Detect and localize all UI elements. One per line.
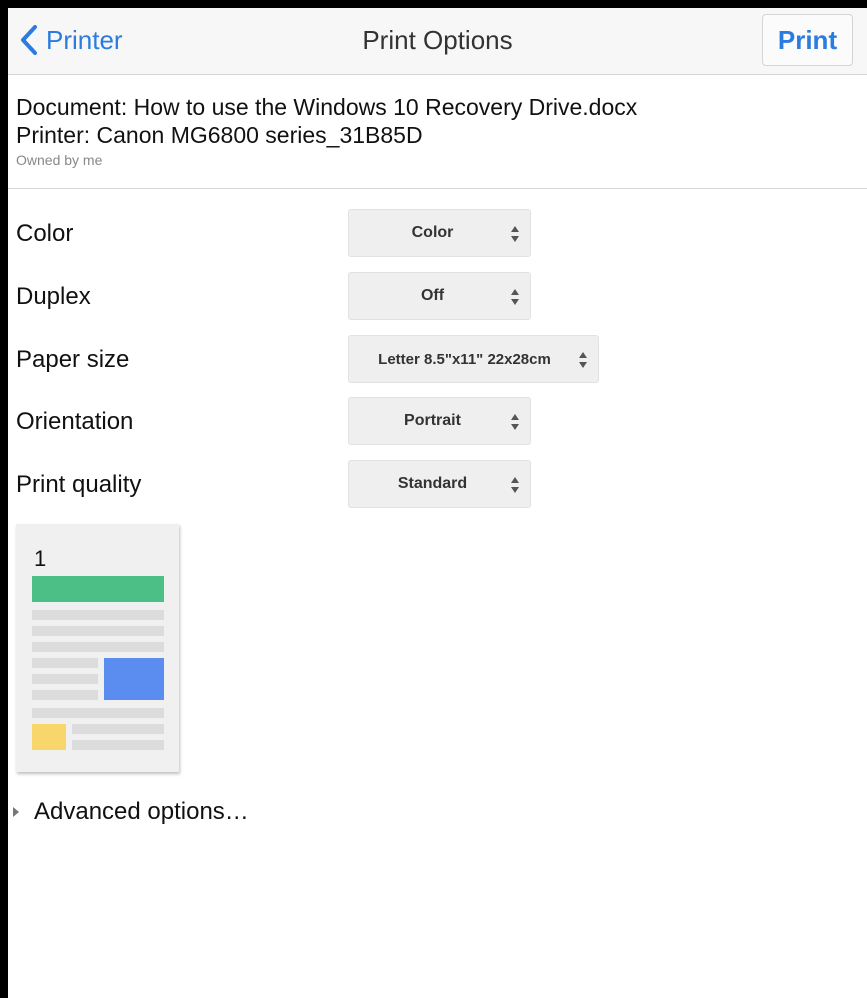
page-preview-thumbnail[interactable]: 1 bbox=[16, 524, 179, 772]
up-down-arrows-icon bbox=[511, 477, 519, 493]
up-down-arrows-icon bbox=[511, 226, 519, 242]
print-options-screen: Printer Print Options Print Document: Ho… bbox=[8, 8, 867, 998]
printer-name: Printer: Canon MG6800 series_31B85D bbox=[16, 122, 423, 148]
orientation-select-value: Portrait bbox=[404, 412, 461, 429]
preview-text-line bbox=[32, 690, 98, 700]
paper-size-label: Paper size bbox=[16, 346, 130, 373]
up-down-arrows-icon bbox=[511, 289, 519, 305]
duplex-select-value: Off bbox=[420, 287, 445, 304]
preview-header-block bbox=[32, 576, 164, 602]
triangle-right-icon bbox=[13, 807, 19, 817]
print-quality-label: Print quality bbox=[16, 471, 142, 498]
preview-text-line bbox=[72, 724, 164, 734]
divider bbox=[8, 188, 867, 189]
preview-text-line bbox=[72, 740, 164, 750]
color-select-value: Color bbox=[411, 224, 454, 241]
duplex-select[interactable]: Off bbox=[348, 272, 531, 320]
print-quality-select[interactable]: Standard bbox=[348, 460, 531, 508]
duplex-label: Duplex bbox=[16, 283, 91, 310]
paper-size-select-value: Letter 8.5"x11" 22x28cm bbox=[378, 350, 551, 368]
print-button[interactable]: Print bbox=[762, 14, 853, 66]
navigation-bar: Printer Print Options Print bbox=[8, 8, 867, 75]
color-label: Color bbox=[16, 220, 74, 247]
advanced-options-label: Advanced options… bbox=[34, 798, 249, 825]
preview-text-line bbox=[32, 610, 164, 620]
owner-label: Owned by me bbox=[16, 152, 103, 168]
preview-image-block bbox=[32, 724, 66, 750]
page-number: 1 bbox=[34, 546, 47, 571]
preview-text-line bbox=[32, 642, 164, 652]
preview-text-line bbox=[32, 674, 98, 684]
orientation-label: Orientation bbox=[16, 408, 134, 435]
preview-text-line bbox=[32, 626, 164, 636]
paper-size-select[interactable]: Letter 8.5"x11" 22x28cm bbox=[348, 335, 599, 383]
up-down-arrows-icon bbox=[579, 352, 587, 368]
orientation-select[interactable]: Portrait bbox=[348, 397, 531, 445]
up-down-arrows-icon bbox=[511, 414, 519, 430]
preview-text-line bbox=[32, 708, 164, 718]
page-title: Print Options bbox=[362, 25, 513, 55]
color-select[interactable]: Color bbox=[348, 209, 531, 257]
print-quality-select-value: Standard bbox=[397, 475, 468, 492]
advanced-options-toggle[interactable]: Advanced options… bbox=[12, 798, 249, 826]
preview-image-block bbox=[104, 658, 164, 700]
document-info: Document: How to use the Windows 10 Reco… bbox=[16, 93, 637, 168]
preview-text-line bbox=[32, 658, 98, 668]
document-name: Document: How to use the Windows 10 Reco… bbox=[16, 94, 638, 120]
